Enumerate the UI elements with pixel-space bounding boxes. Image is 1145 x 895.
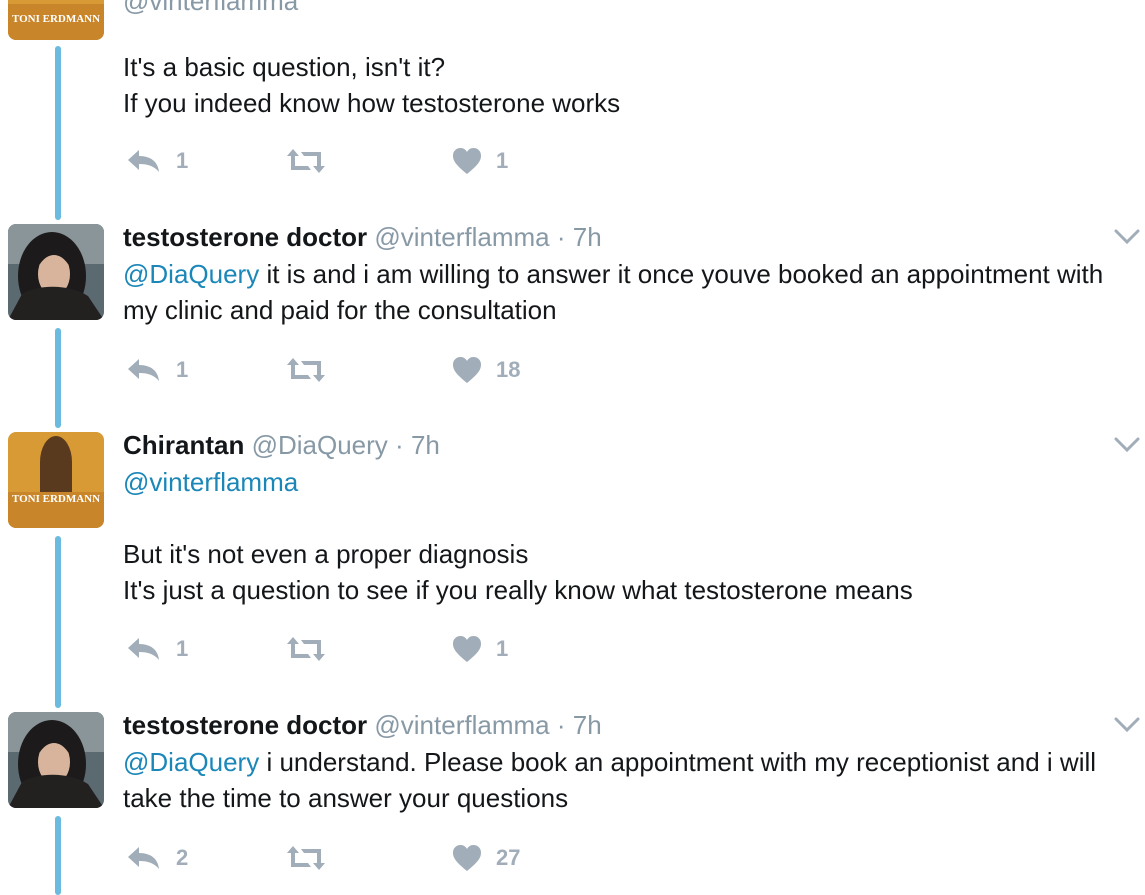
author-name[interactable]: Chirantan [123,430,244,460]
tweet-header: testosterone doctor @vinterflamma · 7h [123,710,602,740]
timestamp[interactable]: 7h [573,222,602,252]
tweet-text: @DiaQuery i understand. Please book an a… [123,744,1138,816]
timestamp[interactable]: 7h [573,710,602,740]
retweet-button[interactable] [286,353,340,387]
tweet-actions: 1 1 [126,144,626,178]
avatar[interactable]: TONI ERDMANN [8,0,104,40]
like-button[interactable]: 27 [452,841,520,875]
reply-button[interactable]: 2 [126,841,188,875]
thread-line [55,816,61,895]
chevron-down-icon[interactable] [1114,437,1140,453]
avatar-text: TONI ERDMANN [12,493,100,505]
tweet-text: @DiaQuery it is and i am willing to answ… [123,256,1138,328]
tweet-line: It's a basic question, isn't it? [123,52,446,82]
retweet-button[interactable] [286,841,340,875]
reply-button[interactable]: 1 [126,144,188,178]
author-name[interactable]: testosterone doctor [123,222,367,252]
tweet-line: But it's not even a proper diagnosis [123,539,529,569]
avatar[interactable] [8,224,104,320]
retweet-icon [287,358,325,382]
like-button[interactable]: 18 [452,353,520,387]
like-count: 18 [496,357,521,382]
reply-icon [128,359,159,381]
tweet-body: i understand. Please book an appointment… [123,747,1097,813]
mention-link[interactable]: @DiaQuery [123,747,259,777]
thread-line [55,536,61,708]
like-count: 27 [496,845,521,870]
avatar[interactable] [8,712,104,808]
author-handle[interactable]: @vinterflamma [123,0,298,16]
retweet-icon [287,846,325,870]
reply-button[interactable]: 1 [126,353,188,387]
separator-dot: · [556,222,566,252]
tweet-actions: 1 18 [126,353,626,387]
like-button[interactable]: 1 [452,144,508,178]
like-button[interactable]: 1 [452,632,508,666]
reply-count: 1 [176,636,189,661]
retweet-icon [287,149,325,173]
avatar-text: TONI ERDMANN [12,13,100,25]
tweet-line: If you indeed know how testosterone work… [123,88,621,118]
tweet-body: it is and i am willing to answer it once… [123,259,1104,325]
author-handle[interactable]: @DiaQuery [252,430,388,460]
heart-icon [453,636,481,662]
chevron-down-icon[interactable] [1114,229,1140,245]
reply-icon [128,638,159,660]
mention-link[interactable]: @vinterflamma [123,467,298,497]
thread-line [55,46,61,220]
reply-count: 2 [176,845,189,870]
heart-icon [453,845,481,871]
reply-icon [128,150,159,172]
tweet-line: It's just a question to see if you reall… [123,575,913,605]
like-count: 1 [496,636,509,661]
tweet-actions: 2 27 [126,841,626,875]
thread-line [55,328,61,428]
tweet-actions: 1 1 [126,632,626,666]
avatar[interactable]: TONI ERDMANN [8,432,104,528]
tweet-header: Chirantan @DiaQuery · 7h [123,430,440,460]
tweet-text: It's a basic question, isn't it? If you … [123,49,1138,121]
tweet-text: @vinterflamma But it's not even a proper… [123,464,1138,608]
author-name[interactable]: testosterone doctor [123,710,367,740]
conversation-thread: TONI ERDMANN @vinterflamma It's a basic … [0,0,1145,895]
mention-link[interactable]: @DiaQuery [123,259,259,289]
tweet-header: @vinterflamma [123,0,298,16]
author-handle[interactable]: @vinterflamma [374,710,549,740]
retweet-button[interactable] [286,632,340,666]
reply-count: 1 [176,357,189,382]
separator-dot: · [395,430,404,460]
separator-dot: · [556,710,566,740]
reply-button[interactable]: 1 [126,632,188,666]
reply-count: 1 [176,148,189,173]
chevron-down-icon[interactable] [1114,717,1140,733]
retweet-icon [287,637,325,661]
retweet-button[interactable] [286,144,340,178]
reply-icon [128,847,159,869]
timestamp[interactable]: 7h [411,430,440,460]
like-count: 1 [496,148,509,173]
tweet-header: testosterone doctor @vinterflamma · 7h [123,222,602,252]
heart-icon [453,357,481,383]
heart-icon [453,148,481,174]
author-handle[interactable]: @vinterflamma [374,222,549,252]
